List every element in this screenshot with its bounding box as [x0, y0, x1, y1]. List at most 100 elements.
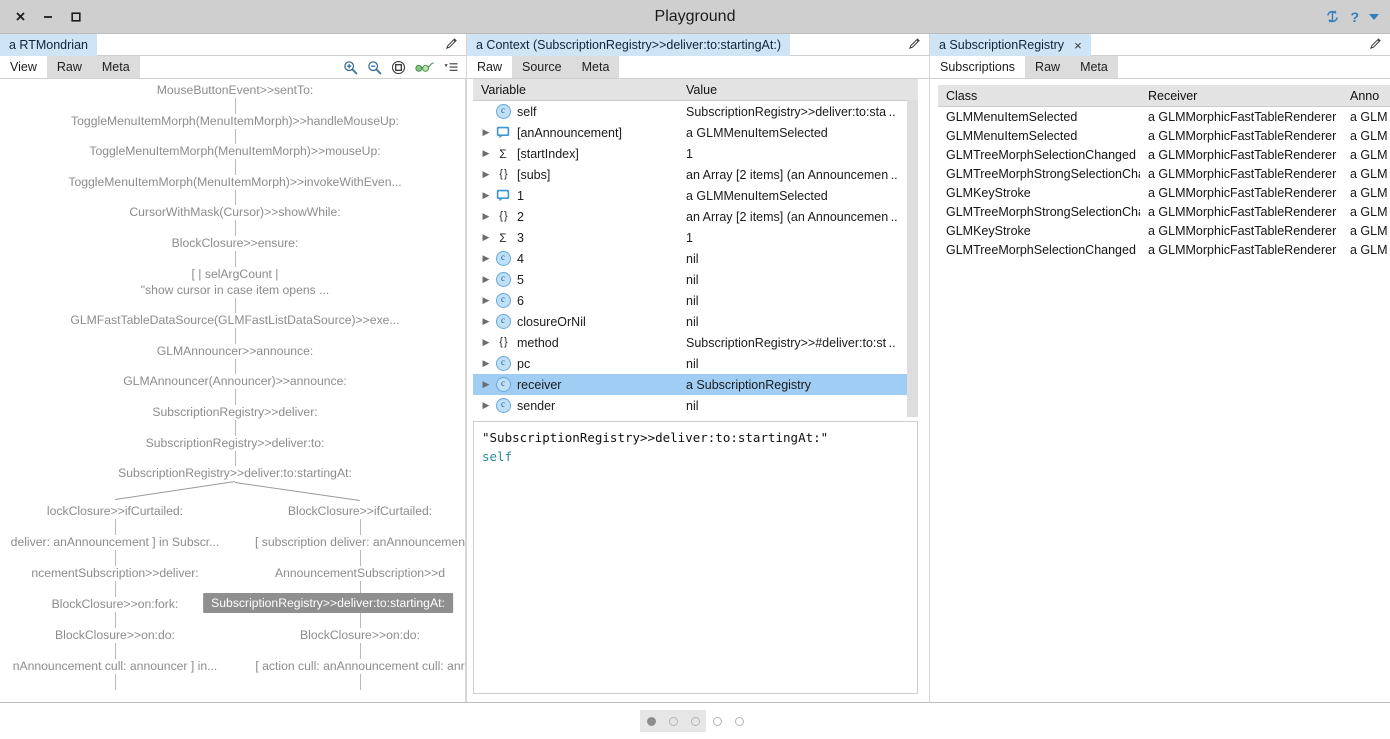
expand-triangle-icon[interactable]: ▶ [479, 401, 493, 410]
tab-subscriptions[interactable]: Subscriptions [930, 56, 1026, 78]
variables-scrollbar[interactable] [907, 100, 918, 417]
tree-node[interactable]: SubscriptionRegistry>>deliver: [152, 405, 317, 419]
tree-node[interactable]: nAnnouncement cull: announcer ] in... [13, 659, 218, 673]
tree-node[interactable]: ncementSubscription>>deliver: [31, 566, 198, 580]
table-row[interactable]: ▶ c closureOrNil nil [473, 311, 918, 332]
expand-triangle-icon[interactable]: ▶ [479, 380, 493, 389]
tree-node[interactable]: BlockClosure>>on:do: [300, 628, 420, 642]
expand-triangle-icon[interactable]: ▶ [479, 233, 493, 242]
table-row[interactable]: ▶ c 4 nil [473, 248, 918, 269]
tab-source[interactable]: Source [512, 56, 572, 78]
table-row[interactable]: ▶ c receiver a SubscriptionRegistry [473, 374, 918, 395]
pane3-title-chip[interactable]: a SubscriptionRegistry × [930, 34, 1091, 56]
table-row[interactable]: GLMTreeMorphStrongSelectionChar a GLMMorp… [938, 164, 1390, 183]
inspect-glasses-icon[interactable] [415, 61, 435, 73]
tree-node[interactable]: GLMFastTableDataSource(GLMFastListDataSo… [70, 313, 399, 327]
column-anno[interactable]: Anno [1342, 89, 1390, 103]
tree-node[interactable]: SubscriptionRegistry>>deliver:to: [146, 436, 325, 450]
expand-triangle-icon[interactable]: ▶ [479, 296, 493, 305]
tree-node[interactable]: GLMAnnouncer(Announcer)>>announce: [123, 374, 347, 388]
table-row[interactable]: ▶ Σ 3 1 [473, 227, 918, 248]
tree-node[interactable]: deliver: anAnnouncement ] in Subscr... [11, 535, 220, 549]
tree-node[interactable]: BlockClosure>>on:do: [55, 628, 175, 642]
tab-raw[interactable]: Raw [46, 56, 92, 78]
table-row[interactable]: ▶ c sender nil [473, 395, 918, 416]
tree-node[interactable]: lockClosure>>ifCurtailed: [47, 504, 183, 518]
table-row[interactable]: c self SubscriptionRegistry>>deliver:to:st… [473, 101, 918, 122]
expand-triangle-icon[interactable]: ▶ [479, 149, 493, 158]
zoom-out-icon[interactable] [367, 60, 382, 75]
pager-dot[interactable] [706, 710, 728, 732]
table-row[interactable]: ▶ 1 a GLMMenuItemSelected [473, 185, 918, 206]
sync-icon[interactable] [1325, 9, 1340, 24]
source-editor[interactable]: "SubscriptionRegistry>>deliver:to:starti… [473, 421, 918, 694]
table-row[interactable]: GLMMenuItemSelected a GLMMorphicFastTable… [938, 107, 1390, 126]
tab-view[interactable]: View [0, 56, 47, 78]
expand-triangle-icon[interactable]: ▶ [479, 170, 493, 179]
tree-node[interactable]: [ | selArgCount | [192, 267, 279, 281]
menu-list-icon[interactable] [444, 62, 458, 73]
table-row[interactable]: ▶ { } [subs] an Array [2 items] (an Announc… [473, 164, 918, 185]
tree-node[interactable]: CursorWithMask(Cursor)>>showWhile: [129, 205, 340, 219]
pane2-title-chip[interactable]: a Context (SubscriptionRegistry>>deliver… [467, 34, 790, 56]
tab-meta[interactable]: Meta [1070, 56, 1118, 78]
pencil-icon[interactable] [1369, 37, 1382, 53]
tree-node-highlighted[interactable]: SubscriptionRegistry>>deliver:to:startin… [203, 593, 453, 613]
pager-dot[interactable] [640, 710, 662, 732]
table-row[interactable]: ▶ c 5 nil [473, 269, 918, 290]
close-icon[interactable] [12, 9, 28, 25]
table-row[interactable]: GLMTreeMorphSelectionChanged a GLMMorphic… [938, 145, 1390, 164]
tree-node[interactable]: GLMAnnouncer>>announce: [157, 344, 314, 358]
column-receiver[interactable]: Receiver [1140, 89, 1342, 103]
close-icon[interactable]: × [1074, 39, 1082, 52]
expand-triangle-icon[interactable]: ▶ [479, 254, 493, 263]
tab-raw[interactable]: Raw [1025, 56, 1071, 78]
expand-triangle-icon[interactable]: ▶ [479, 338, 493, 347]
pencil-icon[interactable] [445, 37, 458, 53]
zoom-in-icon[interactable] [343, 60, 358, 75]
pencil-icon[interactable] [908, 37, 921, 53]
tree-node[interactable]: ToggleMenuItemMorph(MenuItemMorph)>>hand… [71, 114, 399, 128]
minimize-icon[interactable] [40, 9, 56, 25]
table-row[interactable]: GLMKeyStroke a GLMMorphicFastTableRendere… [938, 183, 1390, 202]
table-row[interactable]: ▶ Σ [startIndex] 1 [473, 143, 918, 164]
tab-meta[interactable]: Meta [571, 56, 620, 78]
tab-meta[interactable]: Meta [91, 56, 140, 78]
table-row[interactable]: GLMMenuItemSelected a GLMMorphicFastTable… [938, 126, 1390, 145]
tab-raw[interactable]: Raw [467, 56, 513, 78]
call-tree-view[interactable]: MouseButtonEvent>>sentTo: ToggleMenuItemM… [0, 79, 466, 702]
tree-node[interactable]: SubscriptionRegistry>>deliver:to:startin… [118, 466, 352, 480]
tree-node[interactable]: MouseButtonEvent>>sentTo: [157, 83, 314, 97]
column-class[interactable]: Class [938, 89, 1140, 103]
tree-node[interactable]: BlockClosure>>ensure: [172, 236, 299, 250]
expand-triangle-icon[interactable]: ▶ [479, 212, 493, 221]
expand-triangle-icon[interactable]: ▶ [479, 317, 493, 326]
fit-to-view-icon[interactable] [391, 60, 406, 75]
pane-pager[interactable] [640, 710, 750, 732]
variables-scrollbar-thumb[interactable] [907, 100, 918, 400]
pager-dot[interactable] [728, 710, 750, 732]
tree-node[interactable]: [ action cull: anAnnouncement cull: anr [255, 659, 464, 673]
maximize-icon[interactable] [68, 9, 84, 25]
column-variable[interactable]: Variable [473, 83, 678, 97]
table-row[interactable]: ▶ { } 2 an Array [2 items] (an Announcemen … [473, 206, 918, 227]
table-row[interactable]: GLMTreeMorphStrongSelectionChar a GLMMorp… [938, 202, 1390, 221]
table-row[interactable]: ▶ c 6 nil [473, 290, 918, 311]
chevron-down-icon[interactable] [1369, 13, 1379, 20]
tree-node[interactable]: ToggleMenuItemMorph(MenuItemMorph)>>mous… [89, 144, 380, 158]
table-row[interactable]: ▶ c pc nil [473, 353, 918, 374]
tree-node[interactable]: AnnouncementSubscription>>d [275, 566, 445, 580]
expand-triangle-icon[interactable]: ▶ [479, 128, 493, 137]
table-row[interactable]: GLMKeyStroke a GLMMorphicFastTableRendere… [938, 221, 1390, 240]
pager-dot[interactable] [662, 710, 684, 732]
help-icon[interactable]: ? [1350, 9, 1359, 25]
tree-node[interactable]: "show cursor in case item opens ... [141, 283, 330, 297]
tree-node[interactable]: BlockClosure>>ifCurtailed: [288, 504, 432, 518]
column-value[interactable]: Value [678, 83, 918, 97]
expand-triangle-icon[interactable]: ▶ [479, 275, 493, 284]
table-row[interactable]: ▶ { } method SubscriptionRegistry>>#deliver… [473, 332, 918, 353]
table-row[interactable]: ▶ [anAnnouncement] a GLMMenuItemSelected [473, 122, 918, 143]
tree-node[interactable]: BlockClosure>>on:fork: [52, 597, 179, 611]
pager-dot[interactable] [684, 710, 706, 732]
tree-node[interactable]: [ subscription deliver: anAnnouncemen [255, 535, 465, 549]
